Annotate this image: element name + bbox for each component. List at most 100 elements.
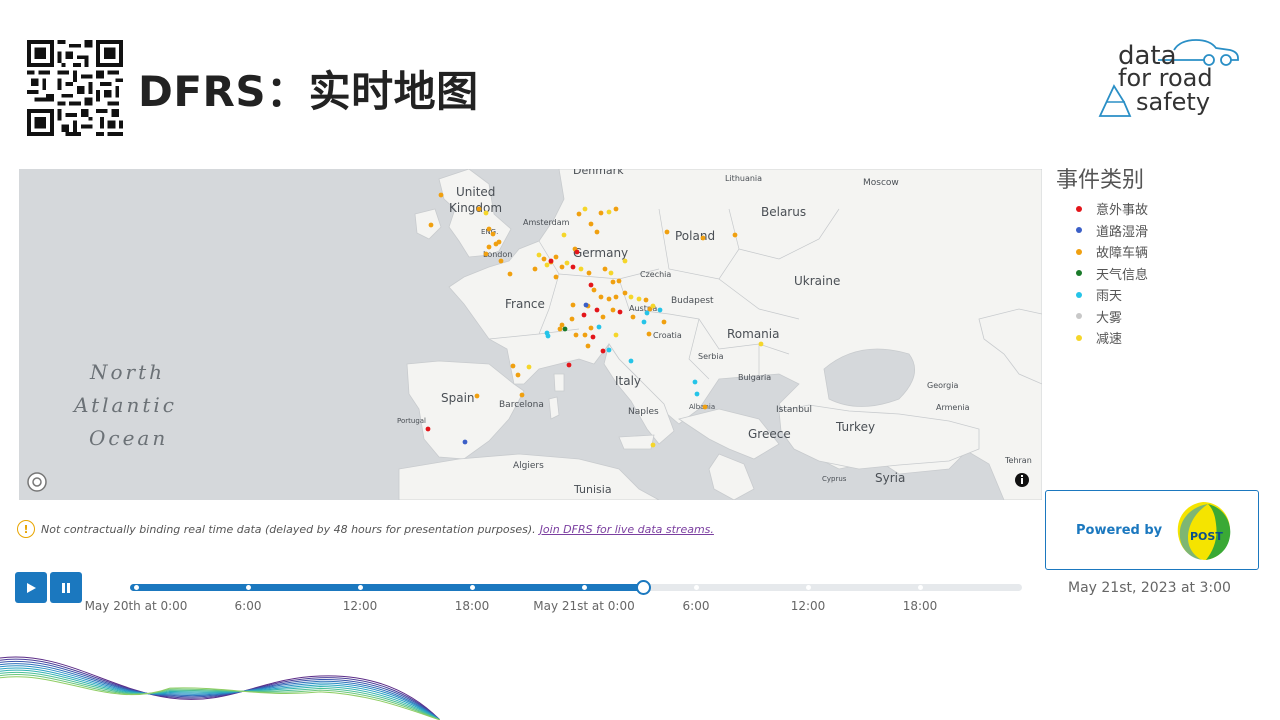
incident-marker[interactable] xyxy=(617,309,623,315)
incident-marker[interactable] xyxy=(559,264,565,270)
incident-marker[interactable] xyxy=(598,294,604,300)
incident-marker[interactable] xyxy=(702,404,708,410)
incident-marker[interactable] xyxy=(590,334,596,340)
incident-marker[interactable] xyxy=(586,270,592,276)
incident-marker[interactable] xyxy=(532,266,538,272)
incident-marker[interactable] xyxy=(573,332,579,338)
incident-marker[interactable] xyxy=(613,206,619,212)
incident-marker[interactable] xyxy=(557,326,563,332)
incident-marker[interactable] xyxy=(594,307,600,313)
incident-marker[interactable] xyxy=(574,249,580,255)
incident-marker[interactable] xyxy=(598,210,604,216)
incident-marker[interactable] xyxy=(510,363,516,369)
incident-marker[interactable] xyxy=(588,282,594,288)
timeline-tick[interactable] xyxy=(805,585,811,590)
incident-marker[interactable] xyxy=(490,231,496,237)
incident-marker[interactable] xyxy=(507,271,513,277)
incident-marker[interactable] xyxy=(692,379,698,385)
incident-marker[interactable] xyxy=(526,364,532,370)
incident-marker[interactable] xyxy=(519,392,525,398)
timeline-tick[interactable] xyxy=(245,585,251,590)
join-dfrs-link[interactable]: Join DFRS for live data streams. xyxy=(540,523,714,536)
realtime-map[interactable]: United Kingdom Denmark Lithuania Moscow … xyxy=(19,169,1042,500)
timeline-handle[interactable] xyxy=(635,580,651,595)
incident-marker[interactable] xyxy=(545,333,551,339)
incident-marker[interactable] xyxy=(622,290,628,296)
incident-marker[interactable] xyxy=(628,294,634,300)
incident-marker[interactable] xyxy=(646,331,652,337)
incident-marker[interactable] xyxy=(594,229,600,235)
incident-marker[interactable] xyxy=(483,251,489,257)
incident-marker[interactable] xyxy=(585,343,591,349)
incident-marker[interactable] xyxy=(536,252,542,258)
incident-marker[interactable] xyxy=(700,235,706,241)
incident-marker[interactable] xyxy=(616,278,622,284)
incident-marker[interactable] xyxy=(606,296,612,302)
incident-marker[interactable] xyxy=(613,332,619,338)
incident-marker[interactable] xyxy=(476,206,482,212)
incident-marker[interactable] xyxy=(628,358,634,364)
timeline-tick[interactable] xyxy=(693,585,699,590)
incident-marker[interactable] xyxy=(602,266,608,272)
incident-marker[interactable] xyxy=(664,229,670,235)
incident-marker[interactable] xyxy=(588,325,594,331)
incident-marker[interactable] xyxy=(553,254,559,260)
incident-marker[interactable] xyxy=(570,302,576,308)
incident-marker[interactable] xyxy=(428,222,434,228)
incident-marker[interactable] xyxy=(630,314,636,320)
incident-marker[interactable] xyxy=(641,319,647,325)
incident-marker[interactable] xyxy=(578,266,584,272)
incident-marker[interactable] xyxy=(591,287,597,293)
incident-marker[interactable] xyxy=(588,221,594,227)
powered-by-box[interactable]: Powered by POST xyxy=(1045,490,1259,570)
timeline-tick[interactable] xyxy=(581,585,587,590)
incident-marker[interactable] xyxy=(608,270,614,276)
incident-marker[interactable] xyxy=(606,209,612,215)
incident-marker[interactable] xyxy=(596,324,602,330)
incident-marker[interactable] xyxy=(561,232,567,238)
incident-marker[interactable] xyxy=(553,274,559,280)
incident-marker[interactable] xyxy=(613,294,619,300)
timeline-slider[interactable]: May 20th at 0:00 6:00 12:00 18:00 May 21st a… xyxy=(85,580,1024,620)
incident-marker[interactable] xyxy=(544,262,550,268)
incident-marker[interactable] xyxy=(694,391,700,397)
incident-marker[interactable] xyxy=(600,348,606,354)
incident-marker[interactable] xyxy=(486,244,492,250)
incident-marker[interactable] xyxy=(576,211,582,217)
incident-marker[interactable] xyxy=(644,310,650,316)
incident-marker[interactable] xyxy=(606,347,612,353)
incident-marker[interactable] xyxy=(425,426,431,432)
incident-marker[interactable] xyxy=(515,372,521,378)
timeline-tick[interactable] xyxy=(469,585,475,590)
incident-marker[interactable] xyxy=(570,264,576,270)
incident-marker[interactable] xyxy=(600,314,606,320)
incident-marker[interactable] xyxy=(650,442,656,448)
incident-marker[interactable] xyxy=(486,226,492,232)
pause-button[interactable] xyxy=(50,572,82,603)
incident-marker[interactable] xyxy=(498,258,504,264)
incident-marker[interactable] xyxy=(657,307,663,313)
incident-marker[interactable] xyxy=(643,297,649,303)
incident-marker[interactable] xyxy=(569,316,575,322)
play-button[interactable] xyxy=(15,572,47,603)
incident-marker[interactable] xyxy=(610,279,616,285)
incident-marker[interactable] xyxy=(732,232,738,238)
incident-marker[interactable] xyxy=(758,341,764,347)
incident-marker[interactable] xyxy=(562,326,568,332)
incident-marker[interactable] xyxy=(583,302,589,308)
incident-marker[interactable] xyxy=(650,303,656,309)
timeline-tick[interactable] xyxy=(133,585,139,590)
incident-marker[interactable] xyxy=(582,332,588,338)
incident-marker[interactable] xyxy=(636,296,642,302)
timeline-tick[interactable] xyxy=(357,585,363,590)
incident-marker[interactable] xyxy=(474,393,480,399)
incident-marker[interactable] xyxy=(541,256,547,262)
incident-marker[interactable] xyxy=(496,239,502,245)
incident-marker[interactable] xyxy=(582,206,588,212)
incident-marker[interactable] xyxy=(564,260,570,266)
incident-marker[interactable] xyxy=(438,192,444,198)
incident-marker[interactable] xyxy=(581,312,587,318)
map-attribution-icon[interactable] xyxy=(27,472,47,492)
incident-marker[interactable] xyxy=(462,439,468,445)
timeline-tick[interactable] xyxy=(917,585,923,590)
